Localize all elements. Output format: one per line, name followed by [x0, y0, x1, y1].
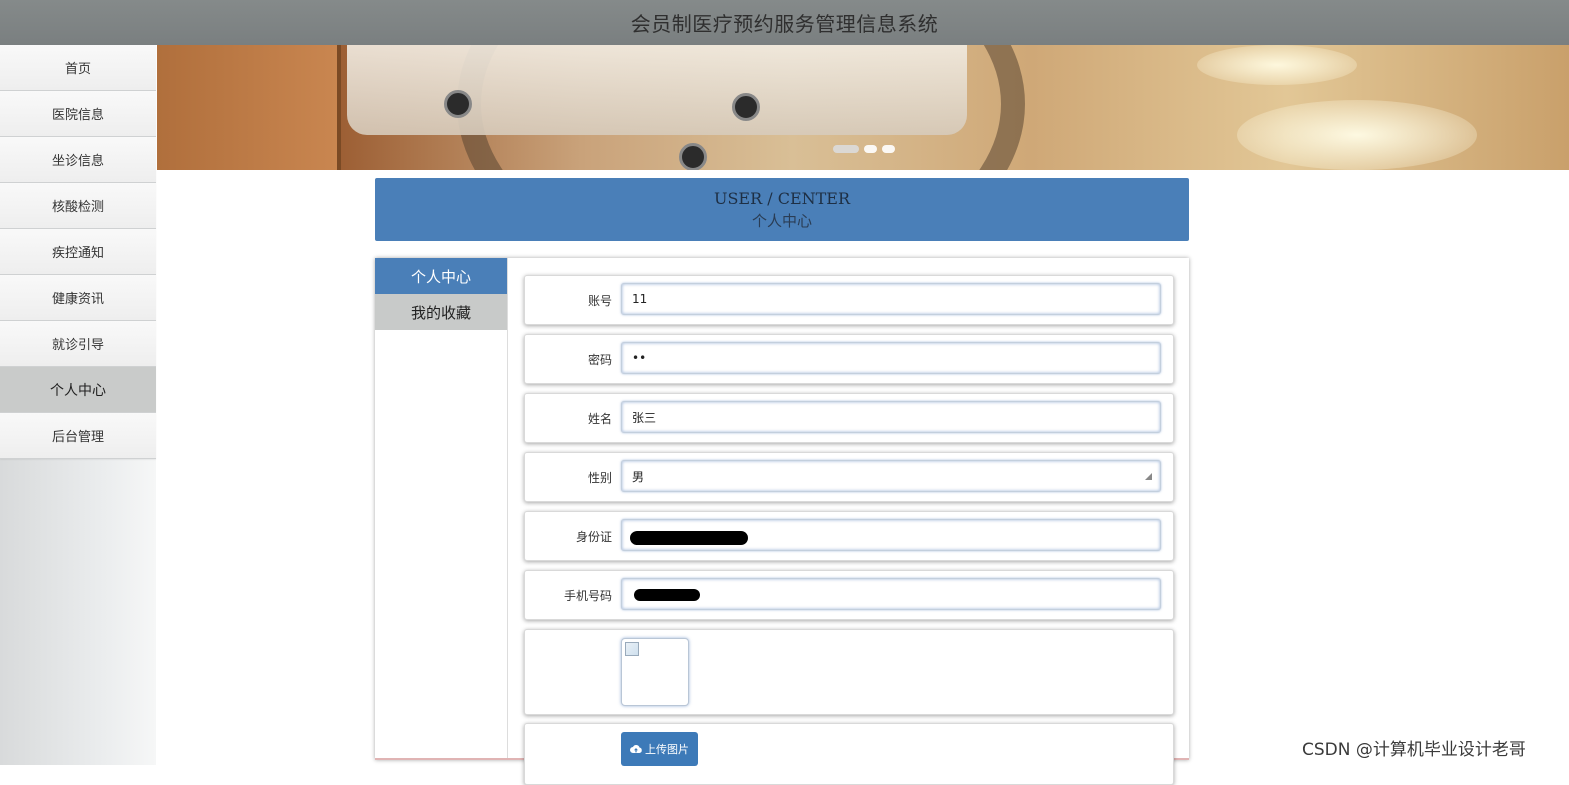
redaction-mark	[634, 589, 700, 601]
form-row-id-card: 身份证	[524, 511, 1174, 561]
banner-light-glow	[1237, 100, 1477, 170]
banner-carousel	[157, 45, 1569, 170]
top-header-bar: 会员制医疗预约服务管理信息系统	[0, 0, 1569, 45]
password-label: 密码	[587, 352, 612, 367]
id-card-field[interactable]	[621, 519, 1161, 551]
form-row-name: 姓名 张三	[524, 393, 1174, 443]
avatar-image	[621, 638, 689, 706]
tab-my-favorites[interactable]: 我的收藏	[375, 294, 507, 330]
banner-light-glow	[1197, 45, 1357, 85]
banner-cabinet	[157, 45, 341, 170]
upload-image-button[interactable]: 上传图片	[621, 732, 698, 766]
sidebar-item-cdc-notice[interactable]: 疾控通知	[0, 229, 156, 275]
phone-field[interactable]	[621, 578, 1161, 610]
id-card-label: 身份证	[575, 529, 612, 544]
form-row-phone: 手机号码	[524, 570, 1174, 620]
banner-wheel	[444, 90, 472, 118]
user-center-title-en: USER / CENTER	[713, 188, 851, 208]
sidebar-item-consult-info[interactable]: 坐诊信息	[0, 137, 156, 183]
form-row-photo	[524, 629, 1174, 715]
sidebar-item-health-news[interactable]: 健康资讯	[0, 275, 156, 321]
phone-label: 手机号码	[563, 588, 612, 603]
redaction-mark	[630, 531, 748, 545]
carousel-dot[interactable]	[882, 145, 895, 153]
sidebar-item-nucleic-test[interactable]: 核酸检测	[0, 183, 156, 229]
banner-wheel	[679, 143, 707, 170]
upload-image-label: 上传图片	[645, 743, 689, 756]
sidebar-item-hospital-info[interactable]: 医院信息	[0, 91, 156, 137]
watermark-text: CSDN @计算机毕业设计老哥	[1302, 740, 1526, 760]
gender-select-value: 男	[632, 469, 645, 484]
sidebar-item-visit-guide[interactable]: 就诊引导	[0, 321, 156, 367]
tab-user-center[interactable]: 个人中心	[375, 258, 507, 294]
password-field[interactable]: ••	[621, 342, 1161, 374]
system-title: 会员制医疗预约服务管理信息系统	[630, 12, 939, 36]
user-center-title-cn: 个人中心	[751, 211, 812, 230]
sidebar-nav: 首页 医院信息 坐诊信息 核酸检测 疾控通知 健康资讯 就诊引导 个人中心 后台…	[0, 45, 156, 765]
name-label: 姓名	[587, 411, 612, 426]
select-caret-icon	[1145, 473, 1152, 480]
form-row-gender: 性别 男	[524, 452, 1174, 502]
broken-image-icon	[625, 642, 639, 656]
form-row-account: 账号 11	[524, 275, 1174, 325]
carousel-dot[interactable]	[864, 145, 877, 153]
sidebar-item-user-center[interactable]: 个人中心	[0, 367, 156, 413]
user-center-tabs: 个人中心 我的收藏	[375, 258, 508, 758]
account-label: 账号	[587, 293, 612, 308]
user-center-panel: 个人中心 我的收藏 账号 11 密码 •• 姓名 张三 性别 男 身份证 手机号…	[375, 258, 1189, 785]
gender-label: 性别	[587, 470, 612, 485]
form-row-upload: 上传图片	[524, 723, 1174, 785]
cloud-upload-icon	[630, 745, 642, 753]
banner-wheel	[732, 93, 760, 121]
carousel-dot[interactable]	[833, 145, 859, 153]
account-field[interactable]: 11	[621, 283, 1161, 315]
carousel-indicators	[833, 145, 895, 153]
form-row-password: 密码 ••	[524, 334, 1174, 384]
user-center-header: USER / CENTER 个人中心	[375, 178, 1189, 241]
sidebar-item-admin[interactable]: 后台管理	[0, 413, 156, 459]
sidebar-item-home[interactable]: 首页	[0, 45, 156, 91]
gender-select[interactable]: 男	[621, 460, 1161, 492]
name-field[interactable]: 张三	[621, 401, 1161, 433]
banner-hospital-bed	[347, 45, 967, 135]
